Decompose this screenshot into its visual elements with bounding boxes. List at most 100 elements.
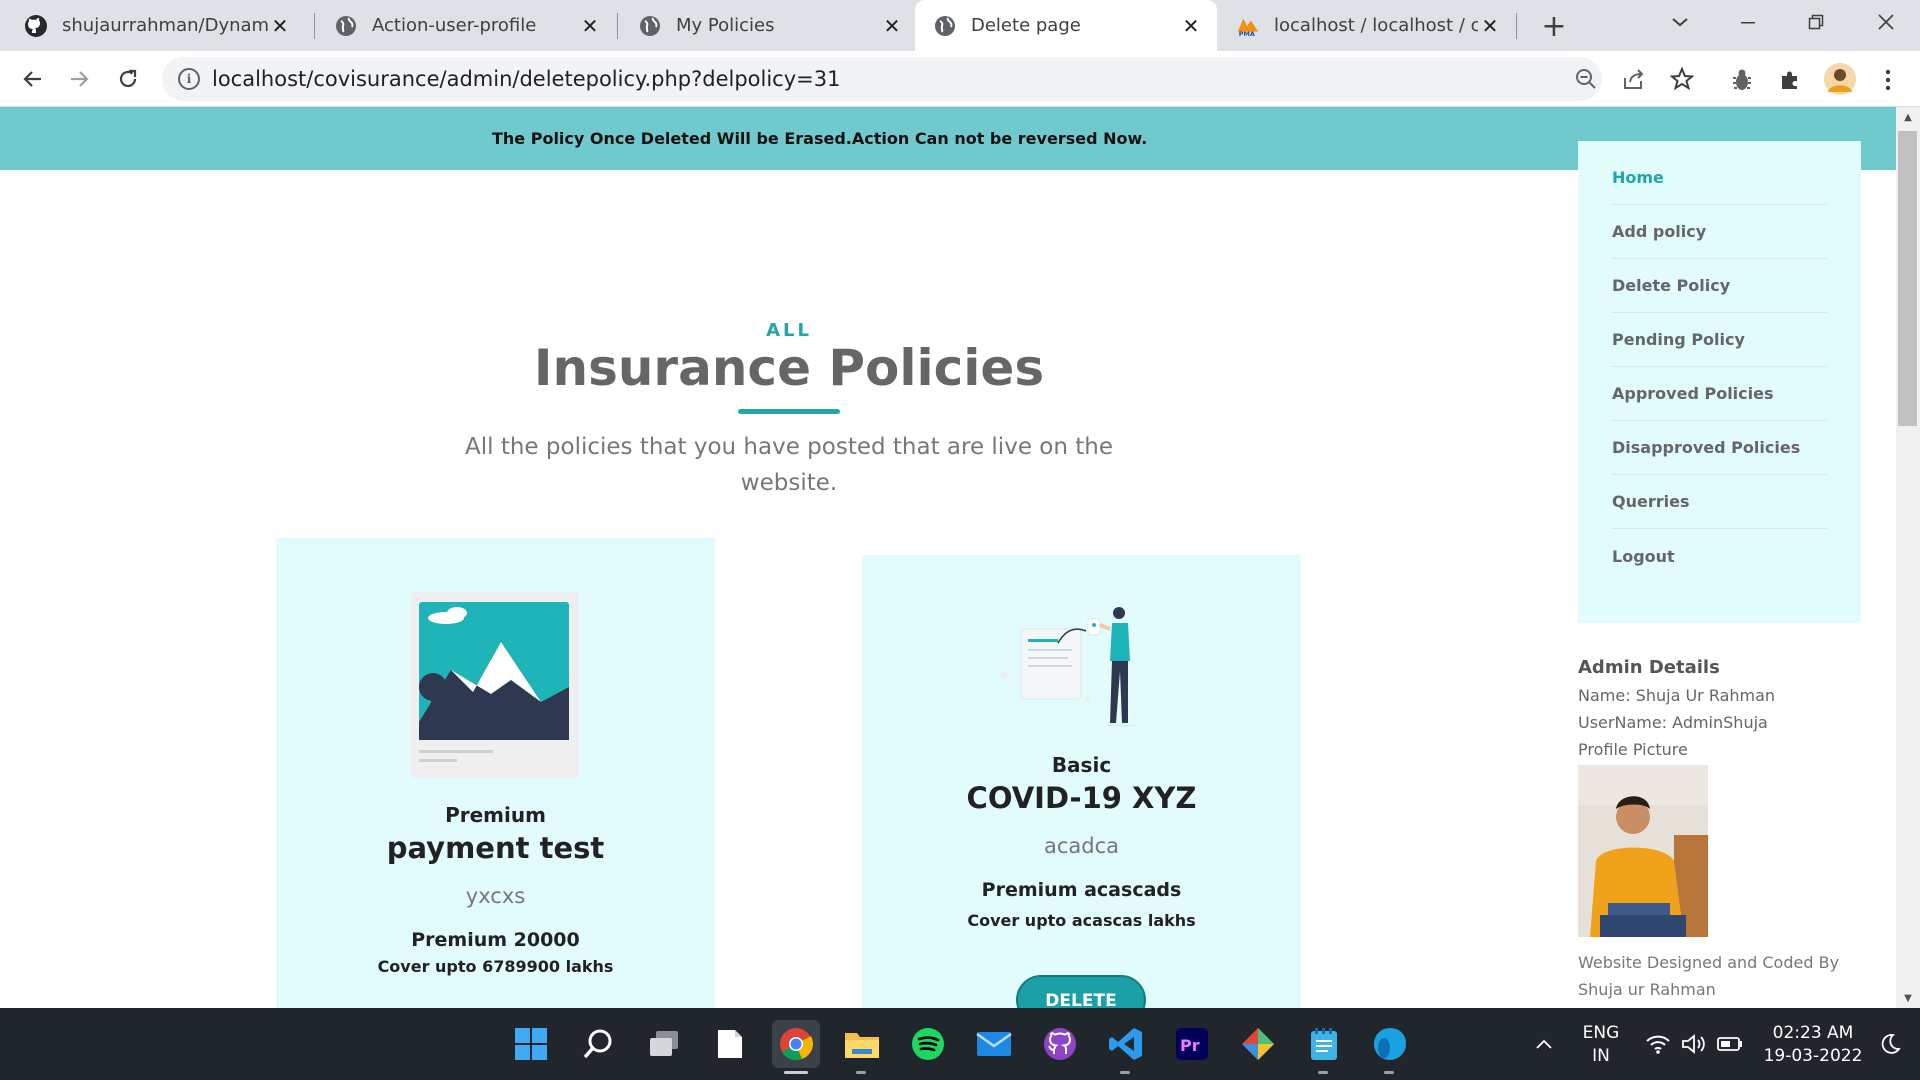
policy-premium: Premium acascads: [981, 879, 1182, 901]
admin-picture-label: Profile Picture: [1578, 740, 1688, 759]
minimize-icon[interactable]: [1720, 0, 1776, 44]
policy-tier: Basic: [1051, 753, 1112, 777]
person-document-illustration: [996, 605, 1166, 731]
taskbar-indicator: [1120, 1071, 1130, 1074]
policy-cover: Cover upto acascas lakhs: [967, 911, 1196, 930]
admin-name: Name: Shuja Ur Rahman: [1578, 686, 1776, 705]
tab-search-icon[interactable]: [1652, 0, 1708, 44]
git-kraken-icon[interactable]: [1234, 1020, 1282, 1068]
tab-separator: [314, 13, 315, 39]
language-bottom[interactable]: IN: [1578, 1046, 1624, 1066]
battery-icon[interactable]: [1714, 1020, 1746, 1068]
extensions-puzzle-icon[interactable]: [1776, 66, 1804, 94]
premiere-pro-icon[interactable]: Pr: [1168, 1020, 1216, 1068]
admin-sidebar: Home Add policy Delete Policy Pending Po…: [1578, 141, 1861, 623]
spotify-icon[interactable]: [904, 1020, 952, 1068]
site-info-icon[interactable]: i: [178, 68, 200, 90]
policy-description: yxcxs: [465, 884, 526, 908]
browser-menu-icon[interactable]: [1874, 66, 1902, 94]
close-icon[interactable]: ✕: [880, 14, 904, 38]
delete-policy-button[interactable]: DELETE: [1016, 975, 1146, 1008]
policy-cover: Cover upto 6789900 lakhs: [377, 957, 614, 976]
language-top[interactable]: ENG: [1578, 1023, 1624, 1043]
section-title: Insurance Policies: [533, 339, 1045, 397]
scroll-thumb[interactable]: [1898, 131, 1917, 426]
task-view-icon[interactable]: [640, 1020, 688, 1068]
policy-tier: Premium: [445, 803, 546, 827]
scroll-down-icon[interactable]: ▼: [1896, 988, 1920, 1008]
svg-text:PMA: PMA: [1239, 30, 1255, 38]
section-label: ALL: [766, 320, 812, 341]
sidebar-item-approved-policies[interactable]: Approved Policies: [1612, 367, 1827, 421]
new-tab-button[interactable]: +: [1536, 8, 1572, 44]
title-underline: [738, 409, 840, 414]
sidebar-item-pending-policy[interactable]: Pending Policy: [1612, 313, 1827, 367]
notepad-icon[interactable]: [1300, 1020, 1348, 1068]
chevron-up-icon[interactable]: [1524, 1020, 1564, 1068]
tab-my-policies[interactable]: My Policies ✕: [620, 0, 918, 51]
tab-title: Delete page: [971, 15, 1081, 36]
sidebar-item-add-policy[interactable]: Add policy: [1612, 205, 1827, 259]
policy-card: Premium payment test yxcxs Premium 20000…: [276, 538, 715, 1008]
bug-extension-icon[interactable]: [1728, 66, 1756, 94]
tab-github[interactable]: shujaurrahman/Dynamic-I ✕: [6, 0, 306, 51]
notepad-file-icon[interactable]: [706, 1020, 754, 1068]
taskbar-indicator: [1318, 1071, 1328, 1074]
admin-details: Admin Details Name: Shuja Ur Rahman User…: [1578, 657, 1878, 763]
edge-icon[interactable]: [1366, 1020, 1414, 1068]
vscode-icon[interactable]: [1102, 1020, 1150, 1068]
window-close-icon[interactable]: [1858, 0, 1914, 44]
back-icon[interactable]: [12, 59, 52, 99]
tab-title: Action-user-profile: [372, 15, 537, 36]
zoom-icon[interactable]: [1574, 67, 1598, 91]
admin-details-heading: Admin Details: [1578, 657, 1720, 678]
browser-tab-bar: shujaurrahman/Dynamic-I ✕ Action-user-pr…: [0, 0, 1920, 51]
taskbar-indicator: [856, 1071, 866, 1074]
footer-credit: Website Designed and Coded By Shuja ur R…: [1578, 953, 1840, 999]
policy-card: Basic COVID-19 XYZ acadca Premium acasca…: [862, 555, 1301, 1008]
policy-premium: Premium 20000: [411, 929, 580, 951]
globe-icon: [334, 14, 358, 38]
sidebar-item-querries[interactable]: Querries: [1612, 475, 1827, 529]
clock-time[interactable]: 02:23 AM: [1758, 1023, 1868, 1043]
sidebar-item-home[interactable]: Home: [1612, 151, 1827, 205]
windows-start-icon[interactable]: [507, 1020, 555, 1068]
clock-date[interactable]: 19-03-2022: [1758, 1046, 1868, 1066]
profile-avatar-icon[interactable]: [1823, 62, 1857, 96]
tab-title: My Policies: [676, 15, 775, 36]
close-icon[interactable]: ✕: [268, 14, 292, 38]
chrome-icon[interactable]: [772, 1020, 820, 1068]
reload-icon[interactable]: [108, 59, 148, 99]
url-text[interactable]: localhost/covisurance/admin/deletepolicy…: [212, 67, 840, 91]
taskbar-indicator: [1384, 1071, 1394, 1074]
tab-phpmyadmin[interactable]: PMA localhost / localhost / cov ✕: [1218, 0, 1516, 51]
mail-icon[interactable]: [970, 1020, 1018, 1068]
tab-delete-page[interactable]: Delete page ✕: [915, 0, 1217, 51]
admin-profile-photo: [1578, 765, 1708, 937]
close-icon[interactable]: ✕: [578, 14, 602, 38]
github-desktop-icon[interactable]: [1036, 1020, 1084, 1068]
tab-separator: [617, 13, 618, 39]
page-scrollbar[interactable]: ▲ ▼: [1896, 107, 1920, 1008]
bookmark-star-icon[interactable]: [1670, 67, 1694, 91]
url-bar[interactable]: i localhost/covisurance/admin/deletepoli…: [162, 57, 1694, 101]
admin-username: UserName: AdminShuja: [1578, 713, 1768, 732]
tab-action-user-profile[interactable]: Action-user-profile ✕: [316, 0, 616, 51]
close-icon[interactable]: ✕: [1478, 14, 1502, 38]
file-explorer-icon[interactable]: [838, 1020, 886, 1068]
restore-icon[interactable]: [1788, 0, 1844, 44]
focus-moon-icon[interactable]: [1870, 1020, 1910, 1068]
scroll-up-icon[interactable]: ▲: [1896, 107, 1920, 127]
tab-title: shujaurrahman/Dynamic-I: [62, 15, 268, 36]
forward-icon[interactable]: [60, 59, 100, 99]
close-icon[interactable]: ✕: [1179, 14, 1203, 38]
sidebar-item-disapproved-policies[interactable]: Disapproved Policies: [1612, 421, 1827, 475]
volume-icon[interactable]: [1678, 1020, 1710, 1068]
wifi-icon[interactable]: [1642, 1020, 1674, 1068]
share-icon[interactable]: [1622, 67, 1646, 91]
search-icon[interactable]: [574, 1020, 622, 1068]
sidebar-item-logout[interactable]: Logout: [1612, 529, 1827, 583]
sidebar-item-delete-policy[interactable]: Delete Policy: [1612, 259, 1827, 313]
tab-title: localhost / localhost / cov: [1274, 15, 1478, 36]
page-viewport: The Policy Once Deleted Will be Erased.A…: [0, 107, 1896, 1008]
